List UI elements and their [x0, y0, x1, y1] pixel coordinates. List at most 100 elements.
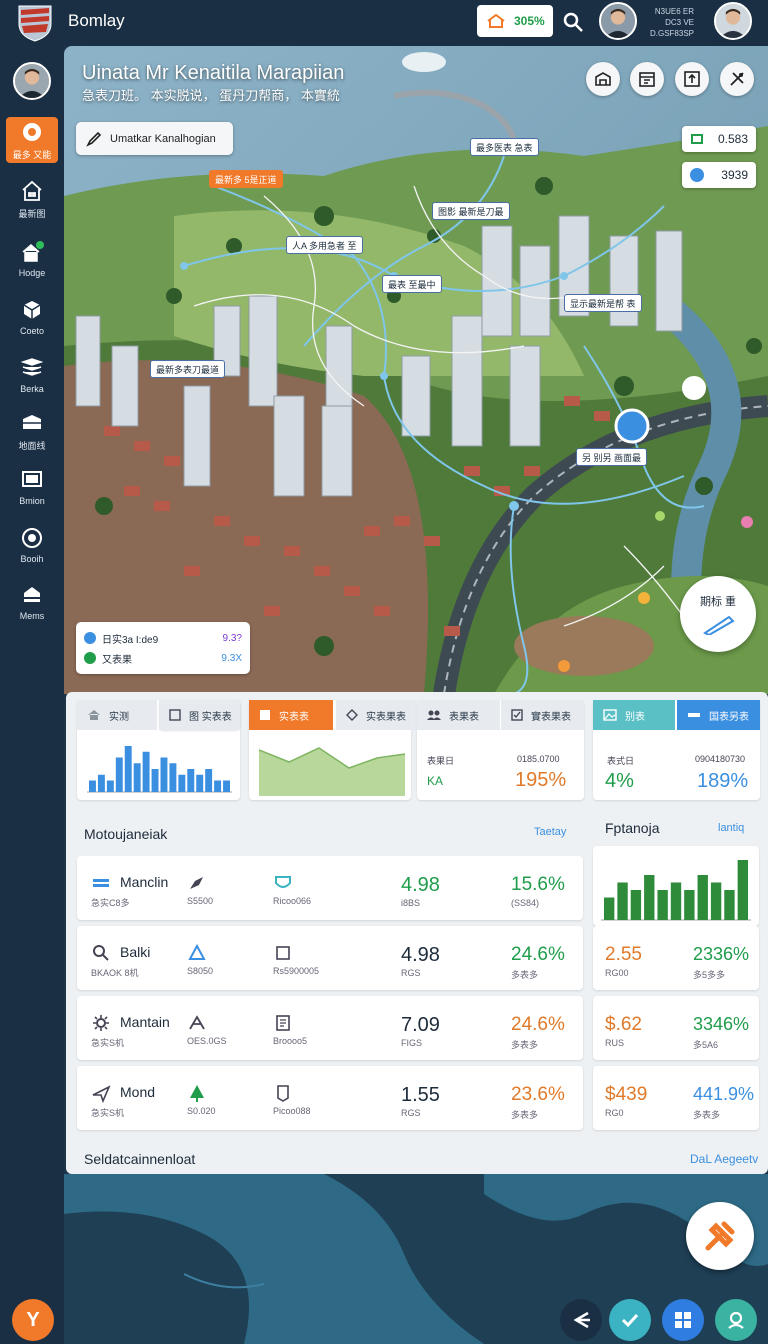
- map-poi-label[interactable]: 最多医表 急表: [470, 138, 539, 156]
- map-poi-label[interactable]: 图影 最新是刀最: [432, 202, 510, 220]
- sidebar-item-mems[interactable]: Mems: [6, 577, 58, 627]
- city-map[interactable]: Uinata Mr Kenaitila Marapiian 急表刀班。 本实脱说…: [64, 46, 768, 694]
- tools-button[interactable]: [686, 1202, 754, 1270]
- row-pct: 24.6%: [511, 944, 565, 965]
- tab-bars[interactable]: 国表另表: [677, 700, 760, 730]
- grid-button[interactable]: [662, 1299, 704, 1341]
- row-mid: S8050: [187, 966, 214, 976]
- tab-diamond[interactable]: 实表果表: [336, 700, 416, 730]
- chart-bar: [142, 751, 150, 792]
- kpi-value-left: 4%: [605, 770, 634, 792]
- tab-table-inner: 图 实表表: [159, 700, 240, 730]
- row-value-sub: RGS: [401, 1108, 421, 1118]
- table-row[interactable]: Manclin 急实C8多 S5500 Ricoo066 4.98 i8BS 1…: [77, 856, 583, 920]
- user-icon: [728, 1311, 744, 1329]
- summary-row[interactable]: $439 RG0 441.9% 多表多: [593, 1066, 759, 1130]
- sidebar-item-overview[interactable]: 最多 又能: [6, 117, 58, 163]
- sidebar-item-booih[interactable]: Booih: [6, 520, 58, 570]
- row-pct-sub: 多表多: [511, 970, 539, 980]
- sidebar-item-label: Hodge: [18, 268, 46, 278]
- sidebar-item-coeto[interactable]: Coeto: [6, 292, 58, 342]
- tab-label: 图 实表表: [189, 711, 232, 723]
- section-link-right[interactable]: lantiq: [718, 822, 744, 834]
- map-poi-label[interactable]: 最新多 5是正道: [209, 170, 283, 188]
- map-poi-label[interactable]: 最表 至最中: [382, 275, 442, 293]
- chart-bar: [178, 774, 186, 792]
- row-mid2: Broooo5: [273, 1036, 308, 1046]
- map-poi-text: 显示最新是帮 表: [570, 298, 636, 309]
- tab-overview[interactable]: 实测: [77, 700, 157, 730]
- tab-people[interactable]: 表果表: [417, 700, 500, 730]
- check-icon: [621, 1313, 639, 1328]
- map-search[interactable]: Umatkar Kanalhogian: [76, 122, 233, 155]
- sidebar-item-label: Berka: [20, 384, 44, 394]
- table-row[interactable]: Mantain 急实S机 OES.0GS Broooo5 7.09 FIGS 2…: [77, 996, 583, 1060]
- row-value: 4.98: [401, 874, 440, 896]
- map-tool-satellite[interactable]: [720, 62, 754, 96]
- sidebar-item-berka[interactable]: Berka: [6, 350, 58, 400]
- map-tool-layers[interactable]: [586, 62, 620, 96]
- back-button[interactable]: [560, 1299, 602, 1341]
- table-row[interactable]: Balki BKAOK 8机 S8050 Rs5900005 4.98 RGS …: [77, 926, 583, 990]
- sidebar-item-label: 最多 又能: [12, 149, 52, 160]
- panel-footer-link[interactable]: DaL Aegeetv: [690, 1152, 758, 1166]
- map-poi-label[interactable]: 人A 多用急者 至: [286, 236, 363, 254]
- account-meta-line: DC3 VE: [665, 18, 694, 27]
- record-icon: [23, 122, 41, 141]
- map-poi-label[interactable]: 另 别另 画面最: [576, 448, 648, 466]
- row-name: Balki: [120, 944, 151, 960]
- sidebar-bottom-button[interactable]: Y: [12, 1299, 54, 1341]
- house-plus-icon: [22, 241, 44, 262]
- row-value-sub: i8BS: [401, 898, 421, 908]
- sidebar-item-hodge[interactable]: Hodge: [6, 234, 58, 284]
- tab-image[interactable]: 别表: [593, 700, 675, 730]
- kpi-sub: KA: [427, 774, 444, 788]
- user-avatar[interactable]: [714, 2, 752, 40]
- map-poi-text: 图影 最新是刀最: [438, 206, 504, 217]
- legend-row: 日实3a I:de9 9.3?: [84, 628, 242, 648]
- sidebar: 最多 又能 最新图 Hodge Coeto Berka 地面线 Bmion Bo…: [0, 46, 64, 1344]
- kpi-code: 0185.0700: [517, 754, 560, 764]
- tab-label: 實表果表: [531, 711, 571, 723]
- kpi-card[interactable]: 表果表 實表果表 表果日 0185.0700 KA 195%: [417, 700, 584, 800]
- row-value: 7.09: [401, 1014, 440, 1036]
- bar-chart-card[interactable]: [593, 846, 759, 926]
- row-name: Mond: [120, 1084, 156, 1100]
- search-icon[interactable]: [561, 10, 585, 34]
- tab-check[interactable]: 實表果表: [501, 700, 584, 730]
- people-icon: [427, 710, 441, 720]
- measure-button[interactable]: 期标 重: [680, 576, 756, 652]
- summary-row[interactable]: $.62 RUS 3346% 多5A6: [593, 996, 759, 1060]
- map-tool-calendar[interactable]: [630, 62, 664, 96]
- sidebar-item-ground[interactable]: 地面线: [6, 406, 58, 456]
- summary-row[interactable]: 2.55 RG00 2336% 多5多多: [593, 926, 759, 990]
- row-name: Manclin: [120, 874, 169, 890]
- map-poi-label[interactable]: 显示最新是帮 表: [564, 294, 642, 312]
- section-link[interactable]: Taetay: [534, 826, 566, 838]
- map-poi-text: 另 别另 画面最: [582, 452, 642, 463]
- table-row[interactable]: Mond 急实S机 S0.020 Picoo088 1.55 RGS 23.6%…: [77, 1066, 583, 1130]
- tab-label: 表果表: [449, 711, 479, 723]
- map-title: Uinata Mr Kenaitila Marapiian: [82, 62, 345, 84]
- tab-area[interactable]: 实表表: [249, 700, 333, 730]
- tab-table[interactable]: 图 实表表: [159, 700, 240, 730]
- map-stat-value: 3939: [721, 168, 748, 182]
- status-pill[interactable]: 305%: [477, 5, 553, 37]
- chart-bar: [630, 890, 642, 920]
- map-poi-text: 最多医表 急表: [476, 142, 533, 153]
- bar-icon: [688, 713, 700, 717]
- avatar[interactable]: [599, 2, 637, 40]
- sidebar-item-bmion[interactable]: Bmion: [6, 462, 58, 512]
- sidebar-item-buildings[interactable]: 最新图: [6, 174, 58, 224]
- pen-icon: [190, 877, 203, 889]
- map-poi-label[interactable]: 最新多表刀最道: [150, 360, 226, 378]
- sidebar-avatar[interactable]: [13, 62, 51, 100]
- chart-bar: [214, 780, 222, 792]
- confirm-button[interactable]: [609, 1299, 651, 1341]
- wrench-icon: [705, 1221, 735, 1251]
- kpi-card[interactable]: 别表 国表另表 表式日 0904180730 4% 189%: [593, 700, 760, 800]
- section-title: Motoujaneiak: [84, 826, 168, 842]
- map-tool-upload[interactable]: [675, 62, 709, 96]
- profile-button[interactable]: [715, 1299, 757, 1341]
- square-icon: [260, 710, 270, 720]
